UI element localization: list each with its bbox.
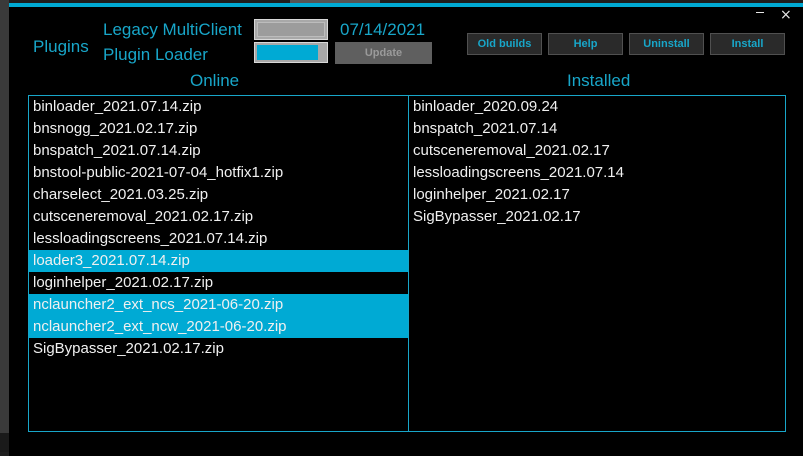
online-header: Online (190, 71, 240, 90)
list-item[interactable]: bnspatch_2021.07.14 (409, 118, 785, 140)
app-title-line1: Legacy MultiClient (103, 20, 242, 39)
list-item[interactable]: loader3_2021.07.14.zip (29, 250, 408, 272)
list-item[interactable]: binloader_2021.07.14.zip (29, 96, 408, 118)
list-item[interactable]: bnsnogg_2021.02.17.zip (29, 118, 408, 140)
uninstall-button[interactable]: Uninstall (629, 33, 704, 55)
progress-bar-top (254, 19, 328, 40)
list-item[interactable]: bnspatch_2021.07.14.zip (29, 140, 408, 162)
list-item[interactable]: binloader_2020.09.24 (409, 96, 785, 118)
online-list[interactable]: binloader_2021.07.14.zip bnsnogg_2021.02.… (28, 95, 409, 432)
list-item[interactable]: nclauncher2_ext_ncs_2021-06-20.zip (29, 294, 408, 316)
installed-list[interactable]: binloader_2020.09.24 bnspatch_2021.07.14 c… (408, 95, 786, 432)
progress-bar-top-track (257, 22, 325, 37)
list-item[interactable]: charselect_2021.03.25.zip (29, 184, 408, 206)
app-title-line2: Plugin Loader (103, 45, 208, 64)
list-item[interactable]: loginhelper_2021.02.17.zip (29, 272, 408, 294)
minimize-button[interactable] (752, 6, 768, 18)
list-item[interactable]: lessloadingscreens_2021.07.14 (409, 162, 785, 184)
progress-bar-bottom-fill (257, 45, 319, 60)
list-item[interactable]: nclauncher2_ext_ncw_2021-06-20.zip (29, 316, 408, 338)
progress-bar-bottom (254, 42, 328, 63)
behind-window-title (290, 0, 380, 3)
list-item[interactable]: cutsceneremoval_2021.02.17.zip (29, 206, 408, 228)
build-date: 07/14/2021 (340, 20, 426, 39)
installed-header: Installed (567, 71, 631, 90)
close-button[interactable]: × (780, 8, 792, 22)
list-item[interactable]: lessloadingscreens_2021.07.14.zip (29, 228, 408, 250)
list-item[interactable]: SigBypasser_2021.02.17 (409, 206, 785, 228)
list-item[interactable]: bnstool-public-2021-07-04_hotfix1.zip (29, 162, 408, 184)
list-item[interactable]: SigBypasser_2021.02.17.zip (29, 338, 408, 360)
background-strip (0, 0, 9, 452)
install-button[interactable]: Install (710, 33, 785, 55)
list-item[interactable]: cutsceneremoval_2021.02.17 (409, 140, 785, 162)
old-builds-button[interactable]: Old builds (467, 33, 542, 55)
help-button[interactable]: Help (548, 33, 623, 55)
plugins-label: Plugins (33, 37, 89, 56)
update-button[interactable]: Update (335, 42, 432, 64)
list-item[interactable]: loginhelper_2021.02.17 (409, 184, 785, 206)
